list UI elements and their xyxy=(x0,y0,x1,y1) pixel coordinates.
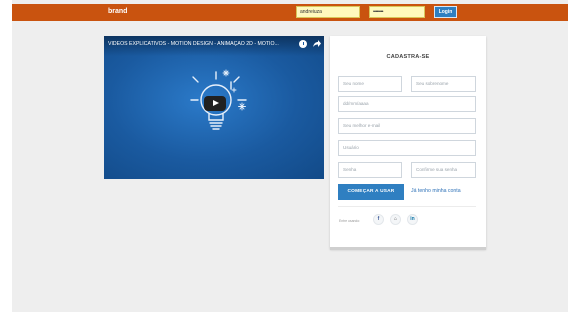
last-name-input[interactable]: Seu sobrenome xyxy=(411,76,476,92)
facebook-icon[interactable]: f xyxy=(373,214,384,225)
have-account-link[interactable]: Já tenho minha conta xyxy=(411,188,461,194)
signup-card: CADASTRA-SE Seu nome Seu sobrenome dd/mm… xyxy=(330,36,486,249)
username-input[interactable]: Usuário xyxy=(338,140,476,156)
linkedin-icon[interactable]: in xyxy=(407,214,418,225)
login-button[interactable]: Login xyxy=(434,6,457,18)
password-input[interactable]: Senha xyxy=(338,162,402,178)
social-login-label: Entre usando: xyxy=(339,219,361,223)
github-icon[interactable]: ⌂ xyxy=(390,214,401,225)
start-button[interactable]: COMEÇAR A USAR xyxy=(338,184,404,200)
video-player[interactable]: VÍDEOS EXPLICATIVOS - MOTION DESIGN - AN… xyxy=(104,36,324,179)
signup-title: CADASTRA-SE xyxy=(386,54,430,60)
clock-icon[interactable] xyxy=(299,40,307,48)
confirm-password-input[interactable]: Confirme sua senha xyxy=(411,162,476,178)
email-input[interactable]: Seu melhor e-mail xyxy=(338,118,476,134)
play-icon[interactable] xyxy=(204,96,226,111)
brand-logo[interactable]: brand xyxy=(108,6,127,18)
video-title[interactable]: VÍDEOS EXPLICATIVOS - MOTION DESIGN - AN… xyxy=(108,41,288,47)
first-name-input[interactable]: Seu nome xyxy=(338,76,402,92)
top-navbar: brand andreiuza •••••••• Login xyxy=(12,4,568,21)
login-email-input[interactable]: andreiuza xyxy=(296,6,360,18)
login-password-input[interactable]: •••••••• xyxy=(369,6,425,18)
birthdate-input[interactable]: dd/mm/aaaa xyxy=(338,96,476,112)
divider xyxy=(338,206,476,207)
share-icon[interactable] xyxy=(312,39,322,49)
card-shadow-strip xyxy=(330,247,486,250)
